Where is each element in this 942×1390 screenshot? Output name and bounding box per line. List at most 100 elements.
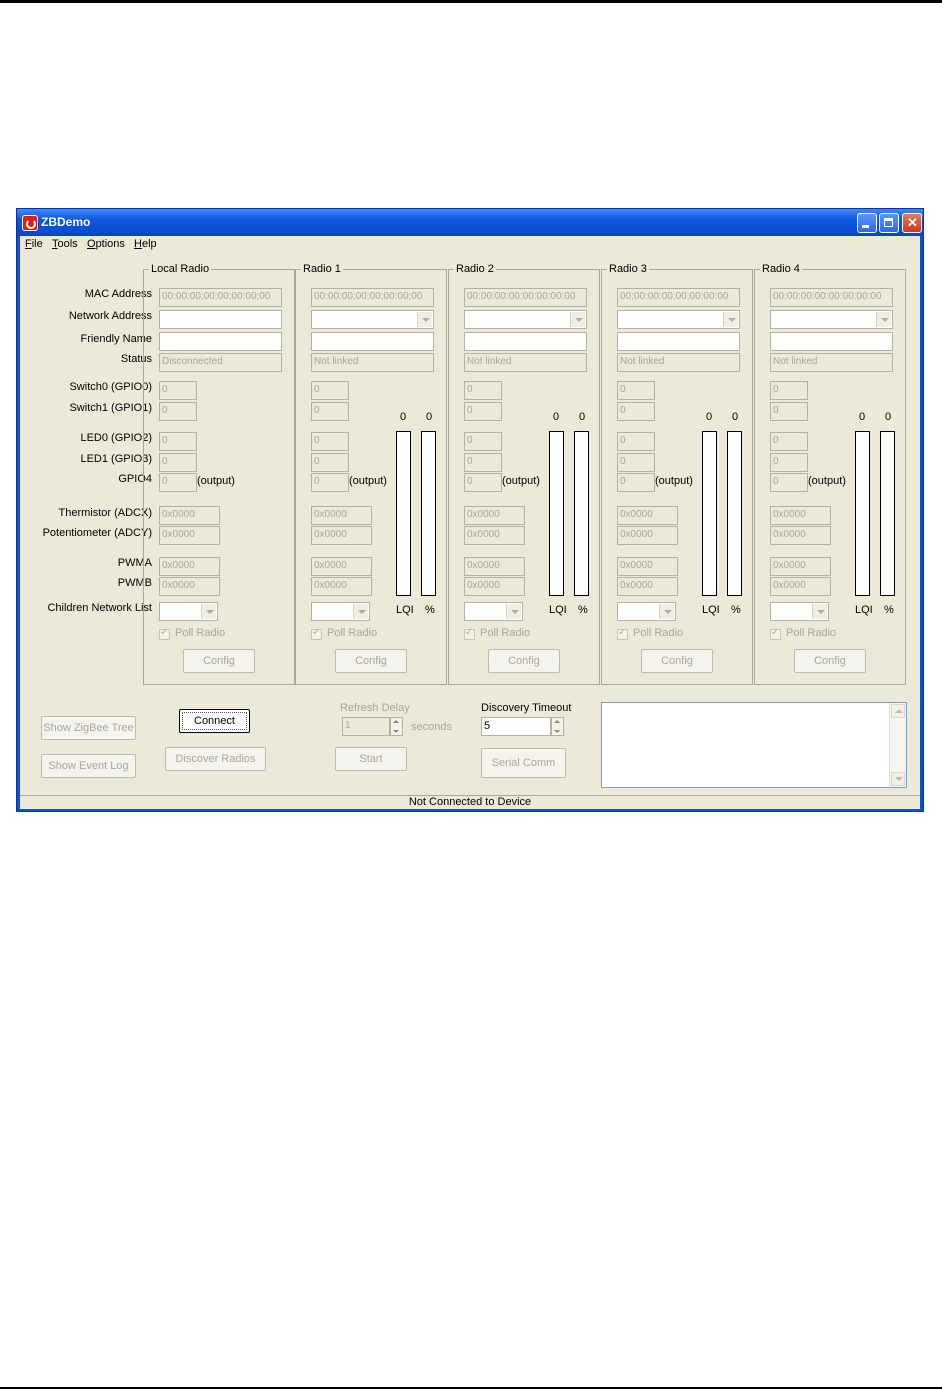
status-bar: Not Connected to Device <box>20 795 920 810</box>
poll-radio-checkbox[interactable] <box>159 627 170 640</box>
group-local-radio: Local Radio 00:00:00:00:00:00:00:00 Disc… <box>143 263 295 685</box>
title-bar[interactable]: ZBDemo <box>17 209 923 236</box>
network-address-select[interactable] <box>311 310 434 329</box>
show-zigbee-tree-button[interactable]: Show ZigBee Tree <box>41 716 136 740</box>
led1-field: 0 <box>311 453 349 472</box>
switch1-field: 0 <box>617 402 655 421</box>
friendly-name-field[interactable] <box>464 332 587 351</box>
poll-radio-checkbox[interactable] <box>770 627 781 640</box>
start-button[interactable]: Start <box>335 747 407 771</box>
connect-button-label: Connect <box>182 712 247 730</box>
label-pwmb: PWMB <box>117 577 152 589</box>
gpio4-field: 0 <box>770 473 808 492</box>
discovery-timeout-input[interactable]: 5 <box>481 717 551 736</box>
show-event-log-button[interactable]: Show Event Log <box>41 754 136 778</box>
label-children-network-list: Children Network List <box>47 602 152 614</box>
menu-options[interactable]: Options <box>87 238 125 250</box>
menu-tools[interactable]: Tools <box>52 238 78 250</box>
friendly-name-field[interactable] <box>770 332 893 351</box>
chevron-down-icon[interactable] <box>723 312 738 327</box>
scroll-up-icon[interactable] <box>891 704 905 718</box>
children-network-list-select[interactable] <box>159 602 218 621</box>
refresh-delay-input[interactable]: 1 <box>342 717 390 736</box>
menu-help[interactable]: Help <box>134 238 157 250</box>
thermistor-field: 0x0000 <box>159 506 220 525</box>
potentiometer-field: 0x0000 <box>617 526 678 545</box>
friendly-name-field[interactable] <box>159 332 282 351</box>
chevron-down-icon[interactable] <box>201 604 216 619</box>
network-address-field[interactable] <box>159 310 282 329</box>
config-button[interactable]: Config <box>794 649 866 673</box>
switch0-field: 0 <box>617 381 655 400</box>
led1-field: 0 <box>617 453 655 472</box>
friendly-name-field[interactable] <box>617 332 740 351</box>
label-mac-address: MAC Address <box>84 288 152 300</box>
children-network-list-select[interactable] <box>311 602 370 621</box>
poll-radio-checkbox[interactable] <box>617 627 628 640</box>
serial-comm-button[interactable]: Serial Comm <box>481 748 566 778</box>
discover-radios-button[interactable]: Discover Radios <box>165 747 266 771</box>
menu-file[interactable]: File <box>25 238 43 250</box>
lqi-value: 0 <box>706 411 713 423</box>
group-radio-1: Radio 1 00:00:00:00:00:00:00:00 Not link… <box>295 263 447 685</box>
log-scrollbar[interactable] <box>889 703 906 787</box>
chevron-down-icon[interactable] <box>812 604 827 619</box>
pwmb-field: 0x0000 <box>311 577 372 596</box>
discovery-timeout-spinner[interactable] <box>551 717 564 736</box>
config-button[interactable]: Config <box>335 649 407 673</box>
chevron-down-icon[interactable] <box>506 604 521 619</box>
friendly-name-field[interactable] <box>311 332 434 351</box>
output-label: (output) <box>349 475 387 487</box>
poll-radio-label: Poll Radio <box>175 627 226 639</box>
label-potentiometer: Potentiometer (ADCY) <box>42 527 152 539</box>
poll-radio-checkbox[interactable] <box>464 627 475 640</box>
potentiometer-field: 0x0000 <box>770 526 831 545</box>
pwmb-field: 0x0000 <box>770 577 831 596</box>
status-field: Not linked <box>770 353 893 372</box>
gpio4-field: 0 <box>617 473 655 492</box>
chevron-down-icon[interactable] <box>353 604 368 619</box>
config-button[interactable]: Config <box>488 649 560 673</box>
network-address-select[interactable] <box>464 310 587 329</box>
potentiometer-field: 0x0000 <box>311 526 372 545</box>
chevron-down-icon[interactable] <box>659 604 674 619</box>
thermistor-field: 0x0000 <box>311 506 372 525</box>
config-button[interactable]: Config <box>641 649 713 673</box>
chevron-down-icon[interactable] <box>570 312 585 327</box>
pwma-field: 0x0000 <box>311 557 372 576</box>
label-led1: LED1 (GPIO3) <box>80 453 152 465</box>
refresh-delay-spinner[interactable] <box>390 717 403 736</box>
lqi-label: LQI <box>396 604 414 616</box>
percent-bar <box>574 431 589 596</box>
connect-button[interactable]: Connect <box>179 709 250 733</box>
switch1-field: 0 <box>311 402 349 421</box>
switch0-field: 0 <box>770 381 808 400</box>
lqi-bar <box>702 431 717 596</box>
switch1-field: 0 <box>159 402 197 421</box>
config-button[interactable]: Config <box>183 649 255 673</box>
network-address-select[interactable] <box>617 310 740 329</box>
percent-value: 0 <box>579 411 586 423</box>
led1-field: 0 <box>159 453 197 472</box>
network-address-select[interactable] <box>770 310 893 329</box>
close-button[interactable] <box>902 213 922 233</box>
minimize-button[interactable] <box>857 213 877 233</box>
led0-field: 0 <box>770 432 808 451</box>
page-bottom-rule <box>0 1387 942 1389</box>
switch0-field: 0 <box>311 381 349 400</box>
poll-radio-checkbox[interactable] <box>311 627 322 640</box>
event-log-textarea[interactable] <box>601 702 907 788</box>
scroll-down-icon[interactable] <box>891 772 905 786</box>
children-network-list-select[interactable] <box>617 602 676 621</box>
group-title: Radio 2 <box>454 263 496 275</box>
maximize-button[interactable] <box>879 213 899 233</box>
switch0-field: 0 <box>159 381 197 400</box>
children-network-list-select[interactable] <box>464 602 523 621</box>
children-network-list-select[interactable] <box>770 602 829 621</box>
discovery-timeout-label: Discovery Timeout <box>481 702 572 714</box>
chevron-down-icon[interactable] <box>876 312 891 327</box>
percent-value: 0 <box>732 411 739 423</box>
potentiometer-field: 0x0000 <box>159 526 220 545</box>
label-switch0: Switch0 (GPIO0) <box>69 381 152 393</box>
chevron-down-icon[interactable] <box>417 312 432 327</box>
